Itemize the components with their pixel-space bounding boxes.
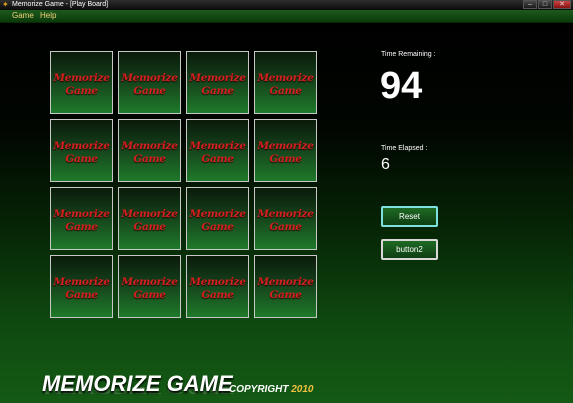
card-label-line2: Game bbox=[269, 221, 302, 233]
card-label-line1: Memorize bbox=[189, 72, 246, 84]
memory-card[interactable]: Memorize Game bbox=[118, 255, 181, 318]
card-label-line1: Memorize bbox=[189, 140, 246, 152]
button2[interactable]: button2 bbox=[381, 239, 438, 260]
card-label-line2: Game bbox=[201, 221, 234, 233]
time-remaining-label: Time Remaining : bbox=[381, 51, 436, 58]
time-elapsed-value: 6 bbox=[381, 156, 390, 173]
card-label-line1: Memorize bbox=[53, 140, 110, 152]
memory-card[interactable]: Memorize Game bbox=[186, 119, 249, 182]
time-elapsed-label: Time Elapsed : bbox=[381, 145, 428, 152]
memory-card[interactable]: Memorize Game bbox=[50, 255, 113, 318]
memory-card[interactable]: Memorize Game bbox=[186, 51, 249, 114]
memory-card[interactable]: Memorize Game bbox=[254, 51, 317, 114]
close-button[interactable]: ✕ bbox=[553, 0, 571, 9]
card-label-line2: Game bbox=[133, 221, 166, 233]
memory-card[interactable]: Memorize Game bbox=[186, 255, 249, 318]
reset-button[interactable]: Reset bbox=[381, 206, 438, 227]
card-label-line2: Game bbox=[269, 85, 302, 97]
memory-card[interactable]: Memorize Game bbox=[118, 51, 181, 114]
card-label-line2: Game bbox=[201, 85, 234, 97]
card-label-line2: Game bbox=[65, 153, 98, 165]
card-label-line1: Memorize bbox=[53, 208, 110, 220]
memory-card[interactable]: Memorize Game bbox=[50, 51, 113, 114]
memory-card[interactable]: Memorize Game bbox=[50, 119, 113, 182]
memory-card[interactable]: Memorize Game bbox=[186, 187, 249, 250]
menu-help[interactable]: Help bbox=[40, 10, 56, 22]
card-label-line1: Memorize bbox=[257, 276, 314, 288]
memory-card[interactable]: Memorize Game bbox=[118, 187, 181, 250]
memory-card[interactable]: Memorize Game bbox=[50, 187, 113, 250]
time-remaining-value: 94 bbox=[380, 65, 423, 107]
card-label-line1: Memorize bbox=[257, 208, 314, 220]
card-label-line2: Game bbox=[269, 289, 302, 301]
play-board: Memorize Game Memorize Game Memorize Game Memo… bbox=[0, 23, 573, 403]
card-label-line1: Memorize bbox=[257, 72, 314, 84]
card-label-line1: Memorize bbox=[121, 208, 178, 220]
title-bar: ✦ Memorize Game - [Play Board] – □ ✕ bbox=[0, 0, 573, 10]
copyright-text: COPYRIGHT 2010 bbox=[229, 384, 313, 395]
minimize-button[interactable]: – bbox=[523, 0, 537, 9]
memory-card[interactable]: Memorize Game bbox=[254, 187, 317, 250]
menu-bar: Game Help bbox=[0, 10, 573, 23]
card-label-line2: Game bbox=[65, 221, 98, 233]
card-label-line2: Game bbox=[133, 153, 166, 165]
card-label-line2: Game bbox=[65, 289, 98, 301]
maximize-button[interactable]: □ bbox=[538, 0, 552, 9]
card-label-line2: Game bbox=[133, 289, 166, 301]
card-label-line1: Memorize bbox=[189, 208, 246, 220]
app-icon[interactable]: ✦ bbox=[2, 1, 10, 9]
copyright-label: COPYRIGHT bbox=[229, 384, 289, 395]
memory-card[interactable]: Memorize Game bbox=[254, 119, 317, 182]
card-label-line1: Memorize bbox=[121, 72, 178, 84]
card-label-line1: Memorize bbox=[121, 276, 178, 288]
memory-card[interactable]: Memorize Game bbox=[118, 119, 181, 182]
card-label-line2: Game bbox=[201, 289, 234, 301]
window-title: Memorize Game - [Play Board] bbox=[12, 1, 109, 8]
card-label-line1: Memorize bbox=[189, 276, 246, 288]
window-controls: – □ ✕ bbox=[523, 0, 571, 10]
card-label-line2: Game bbox=[201, 153, 234, 165]
footer-title: MEMORIZE GAME bbox=[42, 371, 233, 396]
memory-card[interactable]: Memorize Game bbox=[254, 255, 317, 318]
card-label-line1: Memorize bbox=[53, 276, 110, 288]
card-label-line1: Memorize bbox=[53, 72, 110, 84]
card-label-line1: Memorize bbox=[257, 140, 314, 152]
card-label-line2: Game bbox=[133, 85, 166, 97]
card-label-line1: Memorize bbox=[121, 140, 178, 152]
card-label-line2: Game bbox=[65, 85, 98, 97]
copyright-year: 2010 bbox=[291, 384, 314, 395]
card-label-line2: Game bbox=[269, 153, 302, 165]
menu-game[interactable]: Game bbox=[12, 10, 34, 22]
